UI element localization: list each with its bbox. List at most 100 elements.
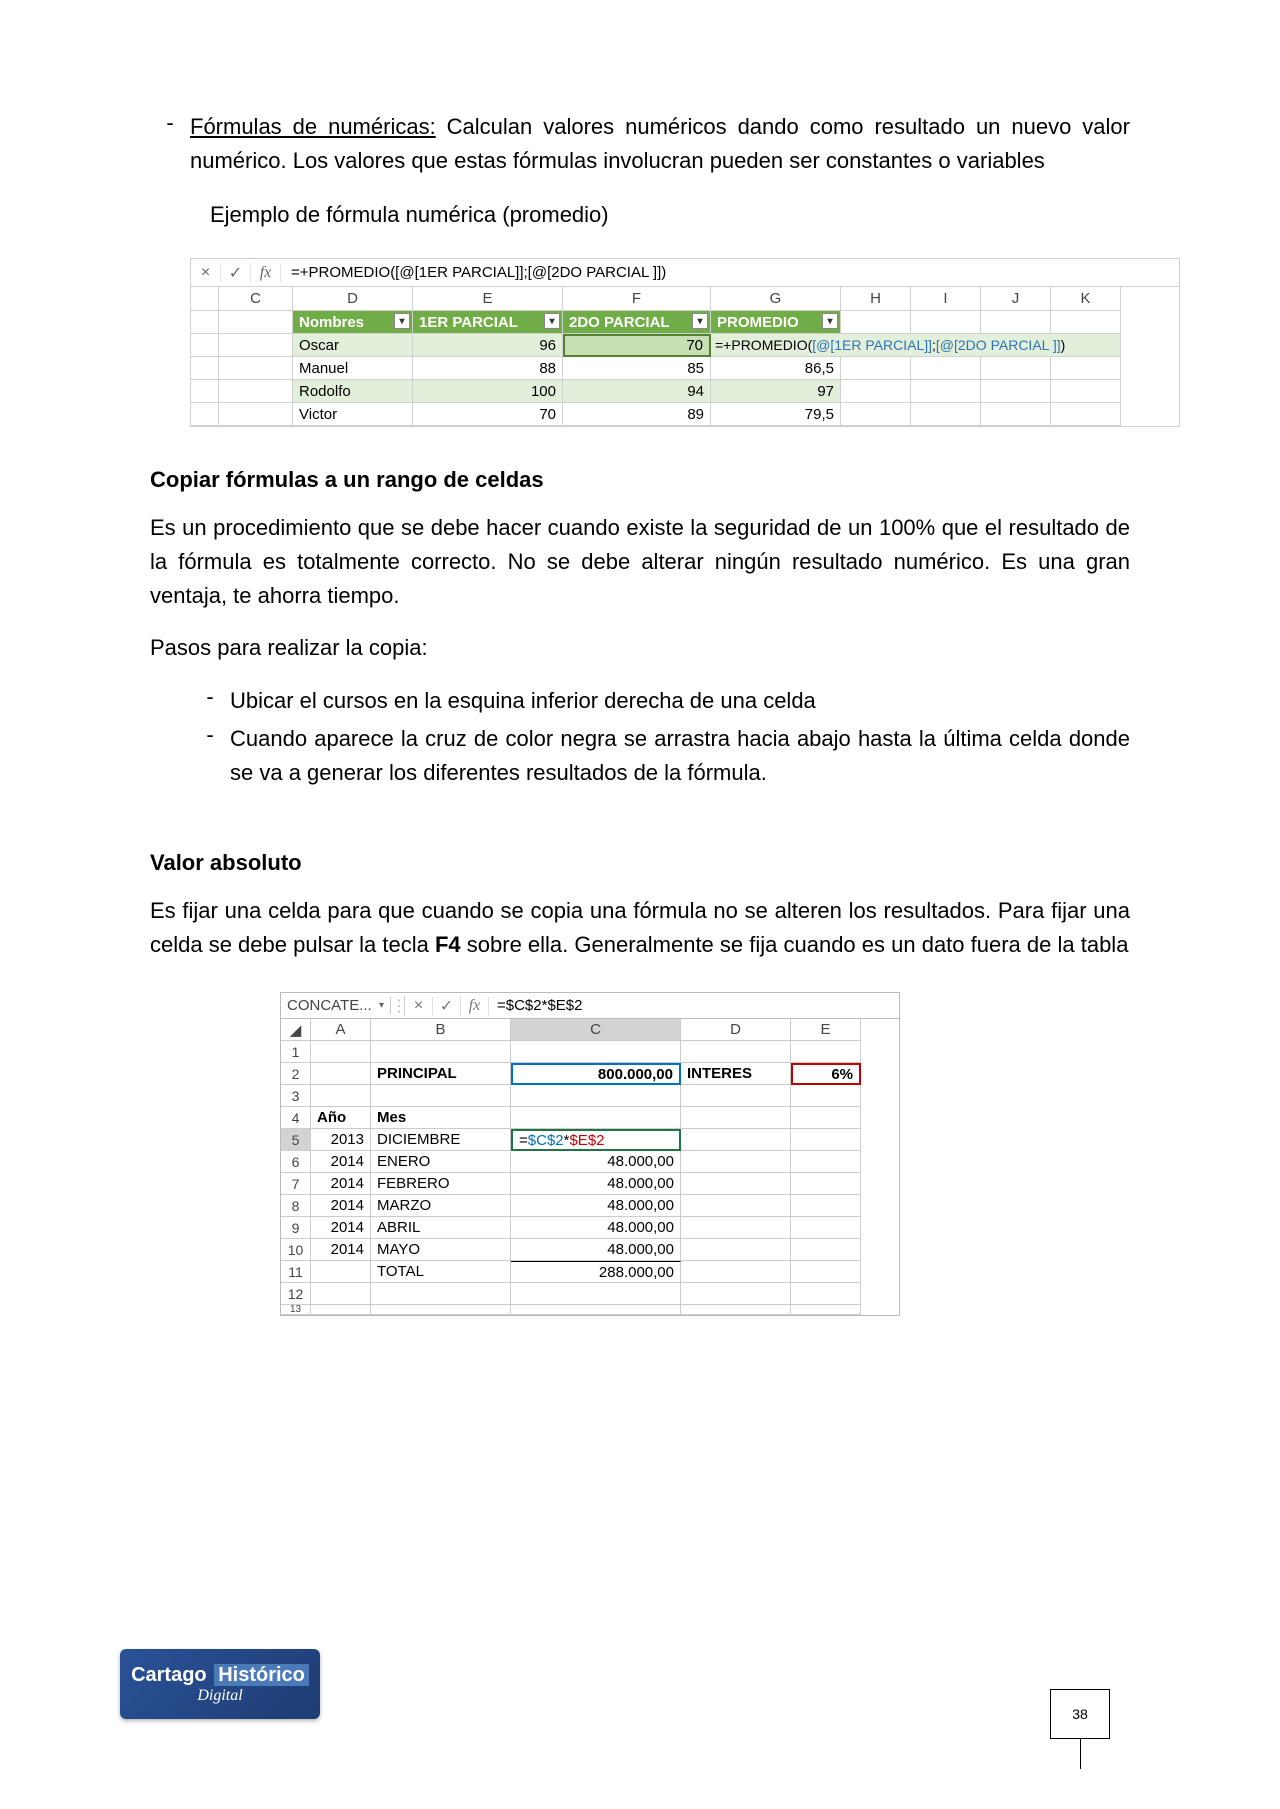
cell-prom[interactable]: 86,5 (711, 357, 841, 380)
cell[interactable] (219, 357, 293, 380)
col-A[interactable]: A (311, 1019, 371, 1041)
col-G[interactable]: G (711, 287, 841, 311)
col-D[interactable]: D (293, 287, 413, 311)
cell[interactable] (911, 311, 981, 334)
cell[interactable] (511, 1041, 681, 1063)
cell-name[interactable]: Manuel (293, 357, 413, 380)
cell-mes-hdr[interactable]: Mes (371, 1107, 511, 1129)
cell-name[interactable]: Rodolfo (293, 380, 413, 403)
cancel-icon[interactable]: × (191, 264, 221, 282)
cell-ano-hdr[interactable]: Año (311, 1107, 371, 1129)
rowhdr[interactable]: 5 (281, 1129, 311, 1151)
rowhdr[interactable]: 3 (281, 1085, 311, 1107)
col-H[interactable]: H (841, 287, 911, 311)
col-C[interactable]: C (511, 1019, 681, 1041)
cell-p2[interactable]: 94 (563, 380, 711, 403)
cancel-icon[interactable]: × (405, 997, 433, 1015)
rowhdr[interactable] (191, 334, 219, 357)
cell[interactable] (1051, 357, 1121, 380)
cell[interactable] (981, 380, 1051, 403)
cell[interactable] (841, 380, 911, 403)
cell[interactable] (371, 1041, 511, 1063)
cell[interactable] (219, 403, 293, 426)
cell-formula-overflow[interactable]: =+PROMEDIO([@[1ER PARCIAL]];[@[2DO PARCI… (711, 334, 1121, 357)
cell[interactable] (1051, 403, 1121, 426)
cell-p1[interactable]: 96 (413, 334, 563, 357)
col-D[interactable]: D (681, 1019, 791, 1041)
rowhdr[interactable]: 7 (281, 1173, 311, 1195)
cell[interactable]: DICIEMBRE (371, 1129, 511, 1151)
accept-icon[interactable]: ✓ (221, 263, 251, 283)
col-J[interactable]: J (981, 287, 1051, 311)
rowhdr[interactable]: 4 (281, 1107, 311, 1129)
filter-icon[interactable] (544, 313, 560, 329)
col-E[interactable]: E (413, 287, 563, 311)
cell[interactable] (911, 380, 981, 403)
selectall-corner[interactable]: ◢ (281, 1019, 311, 1041)
rowhdr[interactable] (191, 311, 219, 334)
cell-p1[interactable]: 70 (413, 403, 563, 426)
cell-name[interactable]: Oscar (293, 334, 413, 357)
cell[interactable] (791, 1041, 861, 1063)
cell-active-formula[interactable]: =$C$2*$E$2 (511, 1129, 681, 1151)
rowhdr[interactable]: 11 (281, 1261, 311, 1283)
rowhdr[interactable]: 13 (281, 1305, 311, 1315)
cell[interactable] (841, 311, 911, 334)
cell[interactable] (911, 357, 981, 380)
hdr-prom[interactable]: PROMEDIO (711, 311, 841, 334)
rowhdr[interactable]: 6 (281, 1151, 311, 1173)
cell[interactable] (841, 357, 911, 380)
cell[interactable] (1051, 380, 1121, 403)
col-E[interactable]: E (791, 1019, 861, 1041)
filter-icon[interactable] (394, 313, 410, 329)
fx-icon[interactable]: fx (251, 264, 281, 282)
cell[interactable] (219, 334, 293, 357)
col-C[interactable]: C (219, 287, 293, 311)
hdr-2do[interactable]: 2DO PARCIAL (563, 311, 711, 334)
col-B[interactable]: B (371, 1019, 511, 1041)
rowhdr[interactable]: 9 (281, 1217, 311, 1239)
cell[interactable]: 2013 (311, 1129, 371, 1151)
hdr-nombres[interactable]: Nombres (293, 311, 413, 334)
cell-principal-label[interactable]: PRINCIPAL (371, 1063, 511, 1085)
fx-icon[interactable]: fx (461, 997, 489, 1015)
rowhdr[interactable]: 12 (281, 1283, 311, 1305)
formula-text[interactable]: =$C$2*$E$2 (489, 997, 583, 1014)
cell[interactable] (981, 311, 1051, 334)
hdr-1er[interactable]: 1ER PARCIAL (413, 311, 563, 334)
cell-p1[interactable]: 100 (413, 380, 563, 403)
rowhdr[interactable] (191, 380, 219, 403)
cell[interactable] (311, 1063, 371, 1085)
cell-interes-value[interactable]: 6% (791, 1063, 861, 1085)
filter-icon[interactable] (822, 313, 838, 329)
rowhdr[interactable] (191, 357, 219, 380)
cell-prom[interactable]: 79,5 (711, 403, 841, 426)
rowhdr[interactable]: 10 (281, 1239, 311, 1261)
accept-icon[interactable]: ✓ (433, 996, 461, 1016)
cell[interactable] (311, 1041, 371, 1063)
cell[interactable] (911, 403, 981, 426)
cell-interes-label[interactable]: INTERES (681, 1063, 791, 1085)
col-K[interactable]: K (1051, 287, 1121, 311)
cell-p1[interactable]: 88 (413, 357, 563, 380)
cell-prom[interactable]: 97 (711, 380, 841, 403)
cell-name[interactable]: Victor (293, 403, 413, 426)
filter-icon[interactable] (692, 313, 708, 329)
cell[interactable] (1051, 311, 1121, 334)
rowhdr[interactable]: 2 (281, 1063, 311, 1085)
rowhdr[interactable]: 1 (281, 1041, 311, 1063)
selectall-corner[interactable] (191, 287, 219, 311)
cell-principal-value[interactable]: 800.000,00 (511, 1063, 681, 1085)
cell-p2[interactable]: 89 (563, 403, 711, 426)
cell[interactable] (841, 403, 911, 426)
cell[interactable] (219, 311, 293, 334)
name-box[interactable]: CONCATE... (281, 997, 391, 1014)
col-F[interactable]: F (563, 287, 711, 311)
cell[interactable] (219, 380, 293, 403)
rowhdr[interactable]: 8 (281, 1195, 311, 1217)
cell-p2[interactable]: 85 (563, 357, 711, 380)
formula-text[interactable]: =+PROMEDIO([@[1ER PARCIAL]];[@[2DO PARCI… (281, 264, 666, 281)
col-I[interactable]: I (911, 287, 981, 311)
rowhdr[interactable] (191, 403, 219, 426)
cell[interactable] (681, 1041, 791, 1063)
